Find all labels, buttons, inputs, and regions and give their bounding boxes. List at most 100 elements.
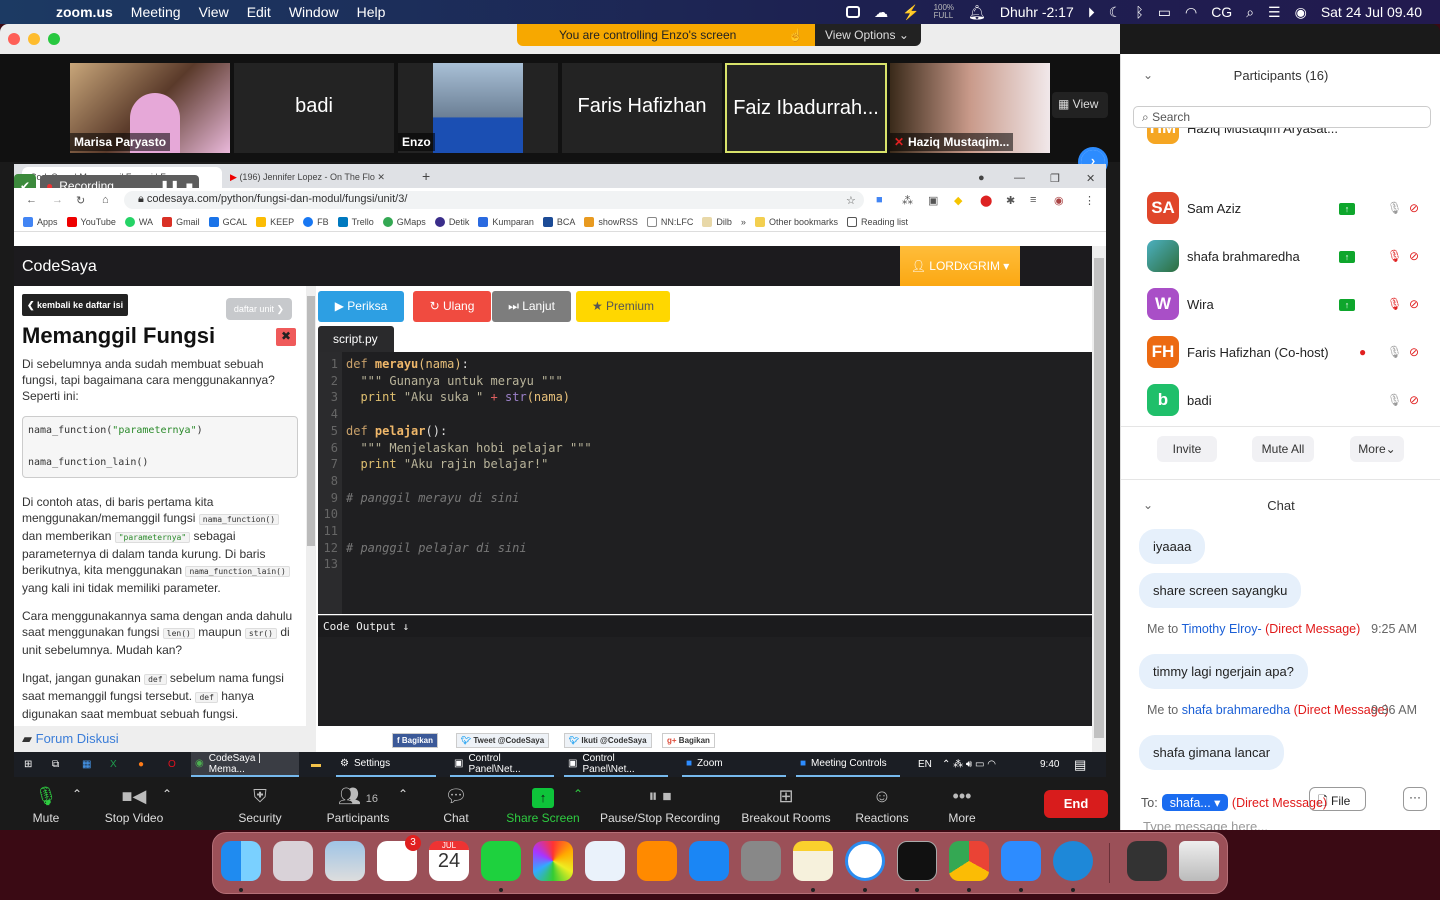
invite-button[interactable]: Invite: [1157, 436, 1217, 462]
bookmark-youtube[interactable]: YouTube: [66, 216, 116, 227]
participants-button[interactable]: 👥︎ 16 Participants: [322, 785, 394, 825]
bookmark-wa[interactable]: WA: [124, 216, 153, 227]
forum-link[interactable]: ▰ Forum Diskusi: [14, 726, 316, 752]
shared-screen[interactable]: CodeSaya | Memanggil Fungsi | F ▶ (196) …: [14, 164, 1106, 777]
breakout-rooms-button[interactable]: ⊞ Breakout Rooms: [738, 785, 834, 825]
video-options-chevron[interactable]: ⌃: [162, 787, 172, 801]
mute-button[interactable]: 🎙︎ Mute: [28, 785, 64, 825]
url-input[interactable]: 🔒︎ codesaya.com/python/fungsi-dan-modul/…: [124, 191, 864, 209]
back-to-toc-button[interactable]: ❮ kembali ke daftar isi: [22, 294, 129, 316]
microphone-icon[interactable]: 🎙︎: [1387, 201, 1402, 215]
video-off-icon[interactable]: ⊘: [1409, 297, 1419, 311]
bookmark-star-icon[interactable]: ☆: [846, 194, 856, 207]
more-button[interactable]: ••• More: [944, 785, 980, 825]
extensions-puzzle-icon[interactable]: ✱: [1006, 194, 1015, 207]
notifications-icon[interactable]: ▤: [1070, 752, 1086, 777]
excel-icon[interactable]: X: [106, 752, 117, 777]
follow-twitter-button[interactable]: 🐦︎ Ikuti @CodeSaya: [564, 733, 652, 748]
premium-button[interactable]: ★ Premium: [576, 291, 670, 322]
video-tile-active-speaker[interactable]: Faiz Ibadurrah...: [725, 63, 887, 153]
bookmark-dilb[interactable]: Dilb: [702, 216, 732, 227]
opera-icon[interactable]: O: [164, 752, 176, 777]
menu-window[interactable]: Window: [289, 4, 339, 20]
microphone-icon[interactable]: 🎙︎: [1387, 345, 1402, 359]
video-off-icon[interactable]: ⊘: [1409, 345, 1419, 359]
bookmark-showrss[interactable]: showRSS: [584, 216, 638, 227]
share-options-chevron[interactable]: ⌃: [573, 787, 583, 801]
new-tab-button[interactable]: +: [414, 167, 438, 188]
dock-hiddenbar-icon[interactable]: [1053, 841, 1093, 881]
codesaya-logo[interactable]: CodeSaya: [22, 258, 97, 275]
file-explorer-icon[interactable]: ▬: [307, 752, 321, 777]
bookmark-bca[interactable]: BCA: [542, 216, 575, 227]
bookmark-trello[interactable]: Trello: [337, 216, 374, 227]
video-tile[interactable]: Faris Hafizhan: [562, 63, 722, 153]
dock-calendar-icon[interactable]: JUL 24: [429, 841, 469, 881]
browser-minimize-button[interactable]: —: [1006, 167, 1033, 188]
gplus-share-button[interactable]: g+ Bagikan: [662, 733, 715, 748]
dock-terminal-icon[interactable]: [897, 841, 937, 881]
dock-finder-icon[interactable]: [221, 841, 261, 881]
menu-edit[interactable]: Edit: [247, 4, 271, 20]
video-off-icon[interactable]: ⊘: [1409, 249, 1419, 263]
taskbar-item-zoom[interactable]: ■ Zoom: [682, 752, 786, 777]
reading-list[interactable]: Reading list: [846, 216, 908, 227]
menu-help[interactable]: Help: [357, 4, 386, 20]
dock-system-preferences-icon[interactable]: [741, 841, 781, 881]
bluetooth-icon[interactable]: ᛒ: [1135, 4, 1143, 20]
reactions-button[interactable]: ☺ Reactions: [852, 785, 912, 825]
dock-appstore-icon[interactable]: [689, 841, 729, 881]
dock-reminders-icon[interactable]: 3: [377, 835, 421, 881]
chat-more-button[interactable]: ···: [1403, 787, 1427, 811]
bookmark-detik[interactable]: Detik: [434, 216, 469, 227]
chat-button[interactable]: 💬︎ Chat: [440, 785, 472, 825]
profile-dropdown-icon[interactable]: ●: [970, 167, 993, 188]
wifi-icon[interactable]: ◠: [1185, 4, 1197, 21]
dock-downloads-stack-icon[interactable]: [1127, 841, 1167, 881]
participant-row[interactable]: shafa brahmaredha ↑ 🎙︎ ⊘: [1147, 240, 1432, 274]
close-window-button[interactable]: [8, 33, 20, 45]
notification-bell-icon[interactable]: 🔔︎: [968, 4, 986, 21]
participant-row[interactable]: FH Faris Hafizhan (Co-host) ● 🎙︎ ⊘: [1147, 336, 1432, 370]
view-options-button[interactable]: View Options ⌄: [815, 24, 921, 46]
dock-zoom-icon[interactable]: [1001, 841, 1041, 881]
file-tab[interactable]: script.py: [318, 326, 394, 352]
code-content[interactable]: def merayu(nama): """ Gunanya untuk mera…: [346, 356, 592, 556]
microphone-muted-icon[interactable]: 🎙︎: [1387, 297, 1402, 311]
bookmark-keep[interactable]: KEEP: [256, 216, 294, 227]
stop-video-button[interactable]: ■◀ Stop Video: [100, 785, 168, 825]
view-button[interactable]: ▦ View: [1052, 92, 1108, 118]
forward-icon[interactable]: →: [52, 194, 63, 206]
reset-button[interactable]: ↻ Ulang: [413, 291, 491, 322]
bookmark-kumparan[interactable]: Kumparan: [478, 216, 534, 227]
microphone-icon[interactable]: 🎙︎: [1387, 393, 1402, 407]
mute-all-button[interactable]: Mute All: [1252, 436, 1314, 462]
dock-chrome-icon[interactable]: [949, 841, 989, 881]
prayer-time[interactable]: Dhuhr -2:17: [1000, 4, 1074, 20]
bookmark-gcal[interactable]: GCAL: [208, 216, 247, 227]
dock-notes-icon[interactable]: [793, 841, 833, 881]
menubar-clock[interactable]: Sat 24 Jul 09.40: [1321, 4, 1422, 20]
taskbar-item-meeting-controls[interactable]: ■ Meeting Controls: [796, 752, 900, 777]
bookmark-other[interactable]: Other bookmarks: [754, 216, 838, 227]
control-center-icon[interactable]: ☰: [1268, 4, 1281, 21]
extension-icon[interactable]: ▣: [928, 194, 938, 207]
security-button[interactable]: ⛨ Security: [234, 785, 286, 825]
spotlight-icon[interactable]: ⌕: [1246, 4, 1254, 21]
browser-menu-icon[interactable]: ⋮: [1084, 194, 1095, 207]
browser-restore-button[interactable]: ❐: [1042, 167, 1068, 188]
zoom-status-icon[interactable]: [846, 6, 861, 18]
code-output-header[interactable]: Code Output ↓: [318, 615, 1092, 637]
taskbar-item-chrome[interactable]: ◉ CodeSaya | Mema...: [191, 752, 299, 777]
page-scrollbar[interactable]: [1092, 246, 1106, 752]
taskbar-clock[interactable]: 9:40: [1036, 752, 1059, 777]
lesson-scrollbar[interactable]: [306, 286, 316, 726]
moon-icon[interactable]: ☾: [1109, 4, 1122, 21]
tweet-button[interactable]: 🐦︎ Tweet @CodeSaya: [456, 733, 550, 748]
media-control-icon[interactable]: ≡: [1030, 194, 1036, 206]
translate-extension-icon[interactable]: ■: [876, 194, 883, 206]
reload-icon[interactable]: ↻: [76, 194, 85, 207]
profile-avatar[interactable]: ◉: [1054, 194, 1064, 207]
bookmark-fb[interactable]: FB: [303, 216, 329, 227]
dock-safari-icon[interactable]: [845, 841, 885, 881]
